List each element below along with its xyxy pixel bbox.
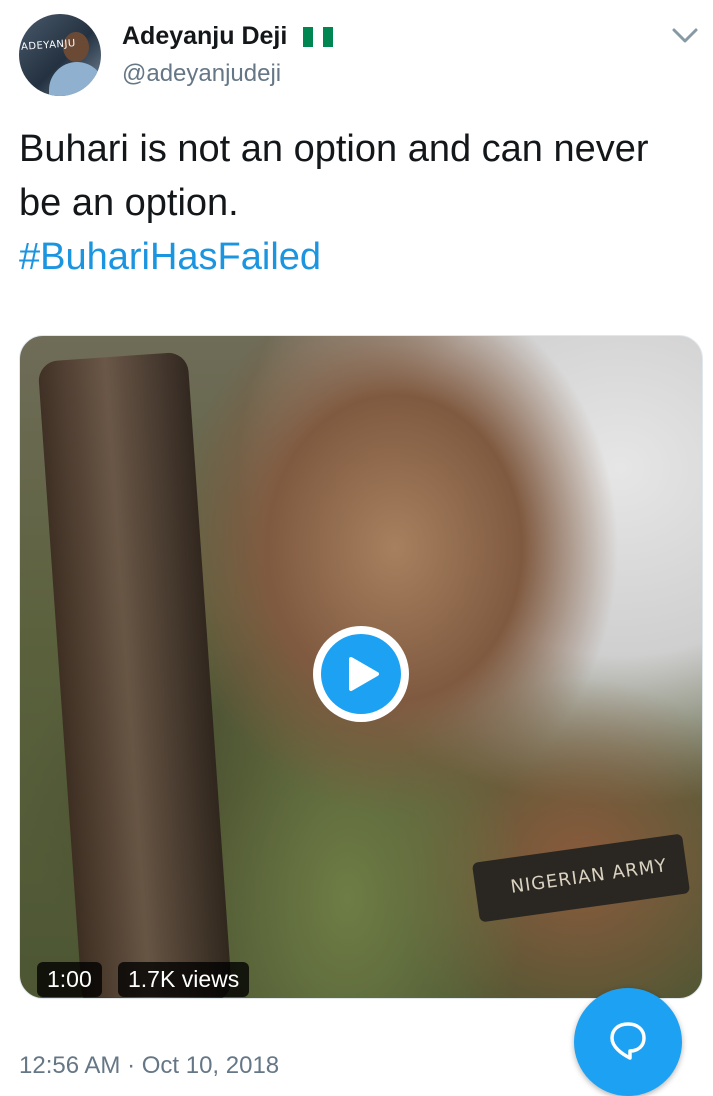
video-duration: 1:00 bbox=[37, 962, 102, 997]
nigeria-flag-icon bbox=[303, 27, 333, 47]
tweet-text: Buhari is not an option and can never be… bbox=[19, 122, 679, 284]
tweet-timestamp[interactable]: 12:56 AM · Oct 10, 2018 bbox=[19, 1052, 279, 1080]
chevron-down-icon[interactable] bbox=[670, 24, 700, 48]
compose-bubble-icon bbox=[610, 1022, 646, 1060]
hashtag-link[interactable]: #BuhariHasFailed bbox=[19, 230, 679, 284]
author-handle[interactable]: @adeyanjudeji bbox=[122, 60, 281, 88]
avatar-body bbox=[49, 62, 101, 96]
tweet-header: ADEYANJU Adeyanju Deji @adeyanjudeji bbox=[0, 0, 713, 110]
play-button[interactable] bbox=[313, 626, 409, 722]
compose-button[interactable] bbox=[574, 988, 682, 1096]
video-views: 1.7K views bbox=[118, 962, 250, 997]
video-player[interactable]: NIGERIAN ARMY 1:00 1.7K views bbox=[19, 335, 703, 999]
avatar[interactable]: ADEYANJU bbox=[19, 14, 101, 96]
author-name[interactable]: Adeyanju Deji bbox=[122, 22, 287, 51]
play-icon bbox=[321, 634, 401, 714]
tweet-body: Buhari is not an option and can never be… bbox=[19, 128, 649, 224]
video-frame-rifle bbox=[37, 351, 233, 998]
